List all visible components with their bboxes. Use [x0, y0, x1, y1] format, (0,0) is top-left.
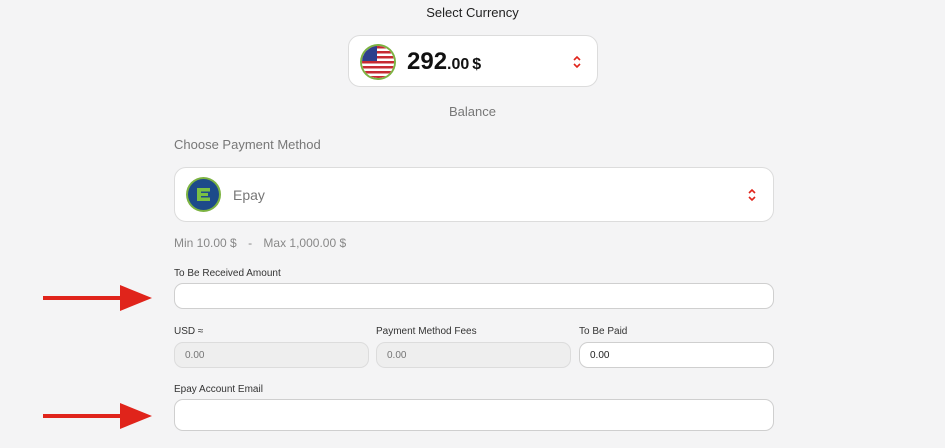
choose-payment-method-label: Choose Payment Method	[174, 137, 321, 152]
usd-input	[174, 342, 369, 368]
us-flag-icon	[362, 46, 394, 78]
max-limit: Max 1,000.00 $	[263, 236, 347, 250]
amount-decimal: .00	[447, 56, 470, 73]
received-amount-input[interactable]	[174, 283, 774, 309]
payment-method-name: Epay	[233, 187, 265, 203]
amount-integer: 292	[407, 48, 448, 75]
payment-method-fees-input	[376, 342, 571, 368]
chevron-updown-icon	[746, 188, 758, 203]
usd-label: USD ≈	[174, 326, 204, 337]
payment-method-selector[interactable]: Epay	[174, 167, 774, 222]
currency-selector[interactable]: 292.00 $	[348, 35, 598, 87]
balance-amount: 292.00 $	[407, 48, 481, 76]
currency-symbol: $	[472, 56, 482, 73]
red-arrow-icon	[43, 285, 152, 311]
select-currency-heading: Select Currency	[426, 5, 519, 20]
red-arrow-icon	[43, 403, 152, 429]
balance-label: Balance	[449, 104, 496, 119]
payment-method-fees-label: Payment Method Fees	[376, 326, 477, 337]
min-limit: Min 10.00 $	[174, 236, 237, 250]
amount-limits: Min 10.00 $ - Max 1,000.00 $	[174, 236, 346, 250]
limit-separator: -	[248, 236, 253, 250]
to-be-paid-label: To Be Paid	[579, 326, 628, 337]
to-be-paid-input[interactable]	[579, 342, 774, 368]
epay-logo-icon	[188, 179, 219, 210]
epay-email-input[interactable]	[174, 399, 774, 431]
received-amount-label: To Be Received Amount	[174, 268, 281, 279]
epay-email-label: Epay Account Email	[174, 384, 263, 395]
chevron-updown-icon	[571, 55, 583, 70]
